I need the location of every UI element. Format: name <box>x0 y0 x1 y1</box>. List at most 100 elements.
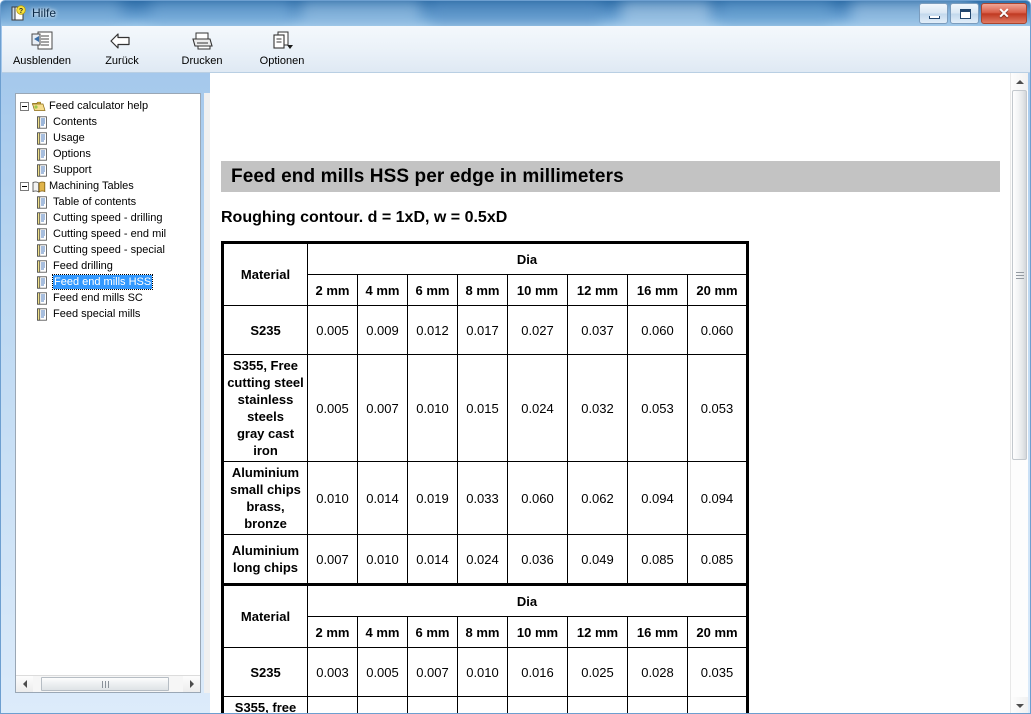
scroll-right-button[interactable] <box>183 676 200 692</box>
chevron-left-icon <box>22 680 27 688</box>
scroll-left-button[interactable] <box>16 676 33 692</box>
tree-item-feed-end-mills-sc[interactable]: Feed end mills SC <box>16 290 200 306</box>
tree-item-label: Usage <box>53 132 85 144</box>
vscroll-track[interactable] <box>1011 90 1028 697</box>
table-row: Aluminium small chips brass, bronze 0.010 0… <box>221 461 749 535</box>
tree-collapse-toggle[interactable] <box>20 101 29 111</box>
content-pane: Feed end mills HSS per edge in millimete… <box>210 73 1014 713</box>
data-cell: 0.004 <box>357 696 408 713</box>
table-body: S235 0.003 0.005 0.007 0.010 0.016 0.025 0.028 0… <box>221 647 749 713</box>
grip-icon <box>101 680 109 688</box>
tree-item-options[interactable]: Options <box>16 146 200 162</box>
page-icon <box>36 163 49 177</box>
feed-table-1: Material Dia 2 mm 4 mm 6 mm 8 mm 10 mm 12 mm 16 … <box>221 241 749 586</box>
tree-item-machining-tables[interactable]: Machining Tables <box>16 178 200 194</box>
column-header-dia-8mm: 8 mm <box>457 274 508 306</box>
chevron-right-icon <box>189 680 194 688</box>
data-cell: 0.053 <box>687 354 749 462</box>
data-cell: 0.025 <box>567 647 628 697</box>
tree-hscroll-thumb[interactable] <box>41 677 169 691</box>
data-cell: 0.012 <box>407 305 458 355</box>
row-header-line: S355, Free cutting steel <box>227 358 304 390</box>
tree-item-cutting-speed-end-mil[interactable]: Cutting speed - end mil <box>16 226 200 242</box>
data-cell: 0.005 <box>307 305 358 355</box>
data-cell: 0.024 <box>457 534 508 586</box>
tree-collapse-toggle[interactable] <box>20 181 29 191</box>
toolbar-button-optionen[interactable]: Optionen <box>242 26 322 72</box>
navigation-tree[interactable]: Feed calculator help Contents Usage Options… <box>16 94 200 674</box>
tree-item-cutting-speed-drilling[interactable]: Cutting speed - drilling <box>16 210 200 226</box>
column-header-dia-16mm: 16 mm <box>627 274 688 306</box>
toolbar-label: Zurück <box>105 55 139 67</box>
tree-item-feed-calculator-help[interactable]: Feed calculator help <box>16 98 200 114</box>
column-header-dia-8mm: 8 mm <box>457 616 508 648</box>
toolbar-label: Drucken <box>181 55 223 67</box>
page-icon <box>36 131 49 145</box>
scroll-down-button[interactable] <box>1011 697 1028 713</box>
page-icon <box>36 291 49 305</box>
tree-item-cutting-speed-special[interactable]: Cutting speed - special <box>16 242 200 258</box>
glass-blur-decoration <box>621 1 711 26</box>
table-header-row: Material Dia <box>221 583 749 648</box>
data-cell: 0.028 <box>627 647 688 697</box>
data-cell: 0.014 <box>357 461 408 535</box>
tree-hscroll-track[interactable] <box>33 676 183 692</box>
tree-item-label: Cutting speed - special <box>53 244 165 256</box>
data-cell: 0.010 <box>307 461 358 535</box>
row-header-material: S355, Free cutting steel stainless steels… <box>221 354 308 462</box>
content-vertical-scrollbar[interactable] <box>1010 73 1028 713</box>
feed-table-2: Material Dia 2 mm 4 mm 6 mm 8 mm 10 mm 12 mm 16 … <box>221 583 749 713</box>
table-header: Material Dia 2 mm 4 mm 6 mm 8 mm 10 mm 12 mm 16 … <box>221 583 749 648</box>
back-arrow-icon <box>109 28 135 54</box>
tree-item-table-of-contents[interactable]: Table of contents <box>16 194 200 210</box>
vscroll-thumb[interactable] <box>1012 90 1027 460</box>
row-header-material: S235 <box>221 305 308 355</box>
maximize-button[interactable] <box>950 3 979 24</box>
table-row: S355, free cutting steelstainless steelg… <box>221 696 749 713</box>
tree-item-label: Feed end mills SC <box>53 292 143 304</box>
data-cell: 0.094 <box>627 461 688 535</box>
chevron-down-icon <box>1015 703 1024 708</box>
tree-item-label: Cutting speed - drilling <box>53 212 163 224</box>
tree-item-support[interactable]: Support <box>16 162 200 178</box>
row-header-line: Aluminium small chips <box>230 465 301 497</box>
window-frame: ? Hilfe ✕ Ausblenden Zurück Drucken Opti… <box>0 0 1031 714</box>
table-row: S235 0.003 0.005 0.007 0.010 0.016 0.025 0.028 0… <box>221 647 749 697</box>
tree-item-contents[interactable]: Contents <box>16 114 200 130</box>
table-body: S235 0.005 0.009 0.012 0.017 0.027 0.037 0.060 0… <box>221 305 749 586</box>
close-button[interactable]: ✕ <box>981 3 1027 24</box>
tree-horizontal-scrollbar[interactable] <box>16 675 200 692</box>
folder-open-icon <box>32 100 46 113</box>
tree-item-label: Feed special mills <box>53 308 141 320</box>
tree-item-feed-drilling[interactable]: Feed drilling <box>16 258 200 274</box>
tree-item-feed-end-mills-hss[interactable]: Feed end mills HSS <box>16 274 200 290</box>
toolbar-button-zurueck[interactable]: Zurück <box>82 26 162 72</box>
column-group-header-dia: Dia <box>307 583 749 617</box>
row-header-line: S235 <box>250 664 281 680</box>
data-cell: 0.007 <box>407 647 458 697</box>
row-header-material: S355, free cutting steelstainless steelg… <box>221 696 308 713</box>
data-cell: 0.085 <box>627 534 688 586</box>
column-header-dia-2mm: 2 mm <box>307 616 358 648</box>
tree-item-usage[interactable]: Usage <box>16 130 200 146</box>
toolbar-label: Ausblenden <box>12 55 72 67</box>
column-header-dia-10mm: 10 mm <box>507 274 568 306</box>
data-cell: 0.005 <box>307 354 358 462</box>
toolbar: Ausblenden Zurück Drucken Optionen <box>2 26 1030 73</box>
row-header-line: Aluminium long chips <box>231 543 300 575</box>
column-header-material: Material <box>221 241 308 306</box>
toolbar-button-drucken[interactable]: Drucken <box>162 26 242 72</box>
column-header-dia-4mm: 4 mm <box>357 274 408 306</box>
minimize-button[interactable] <box>919 3 948 24</box>
toolbar-button-ausblenden[interactable]: Ausblenden <box>2 26 82 72</box>
tree-item-feed-special-mills[interactable]: Feed special mills <box>16 306 200 322</box>
page-icon <box>36 211 49 225</box>
row-header-line: brass, bronze <box>244 499 287 531</box>
row-header-material: Aluminium long chips <box>221 534 308 586</box>
window-controls: ✕ <box>919 3 1027 24</box>
row-header-line: stainless steels <box>237 392 294 424</box>
scroll-up-button[interactable] <box>1011 73 1028 90</box>
page-icon <box>36 227 49 241</box>
data-cell: 0.033 <box>457 461 508 535</box>
table-header-row: Material Dia <box>221 241 749 306</box>
